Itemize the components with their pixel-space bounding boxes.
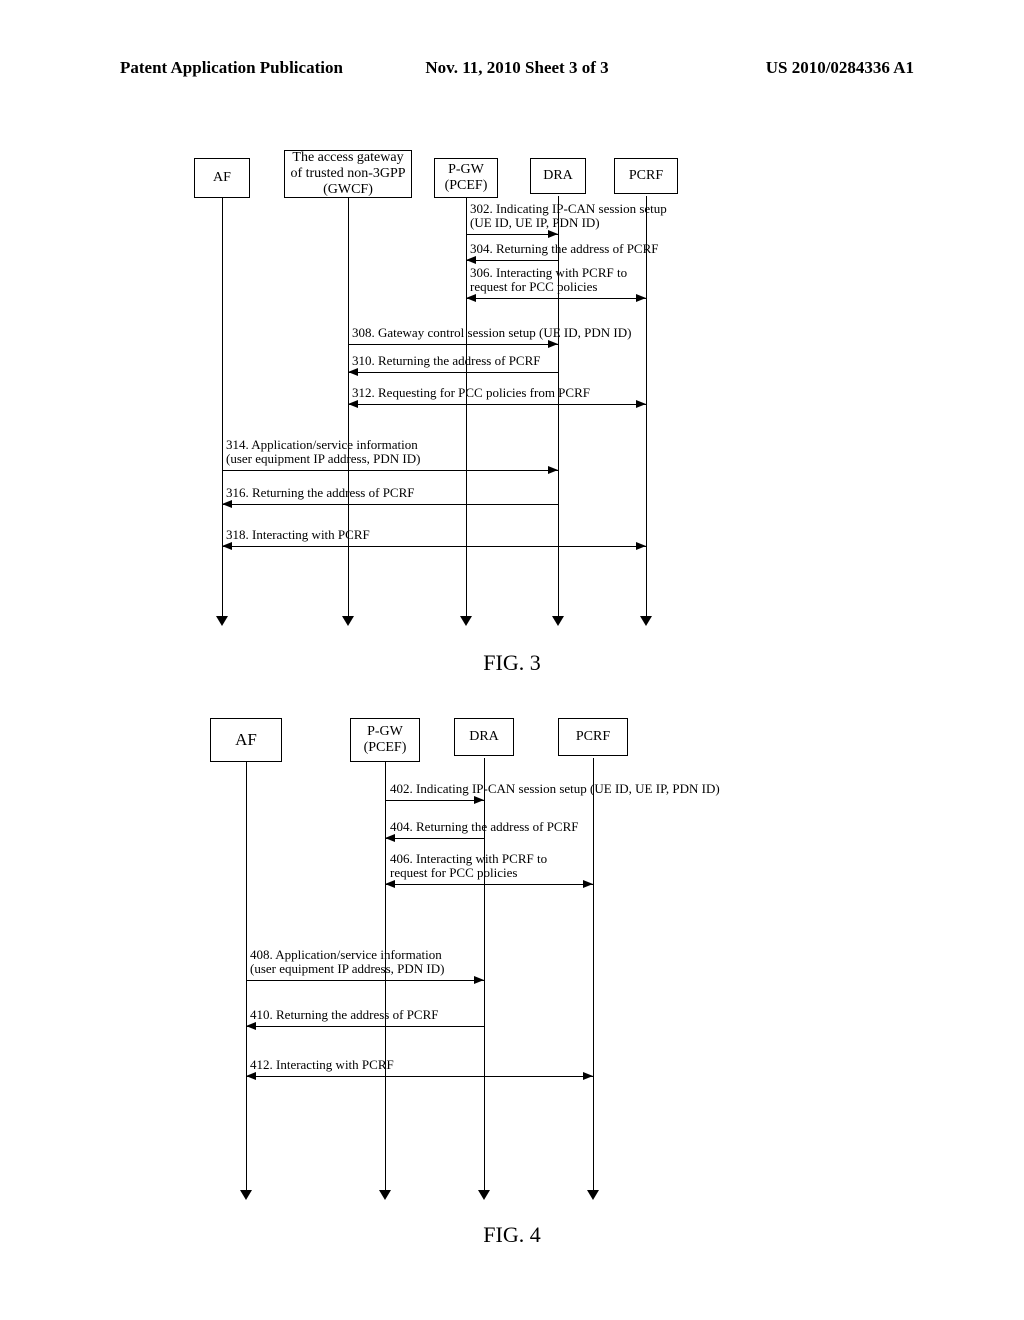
arrow-right-icon (583, 1072, 593, 1080)
lifeline-line-dra (558, 196, 559, 618)
msg-line-316 (222, 504, 558, 505)
lifeline-gwcf: The access gateway of trusted non-3GPP (… (284, 150, 412, 198)
lifeline-end-af-icon (216, 616, 228, 626)
arrow-right-icon (548, 466, 558, 474)
figure-3-caption: FIG. 3 (0, 650, 1024, 676)
lifeline-pgw: P-GW (PCEF) (434, 158, 498, 198)
arrow-right-icon (583, 880, 593, 888)
figure-4: AF P-GW (PCEF) DRA PCRF 402. Indicating … (0, 700, 1024, 1240)
lifeline-pgw: P-GW (PCEF) (350, 718, 420, 762)
lifeline-af: AF (210, 718, 282, 762)
lifeline-line-pcrf (593, 758, 594, 1192)
header-center: Nov. 11, 2010 Sheet 3 of 3 (385, 58, 650, 78)
msg-line-406 (385, 884, 593, 885)
msg-318: 318. Interacting with PCRF (226, 528, 370, 542)
figure-4-caption: FIG. 4 (0, 1222, 1024, 1248)
msg-line-302 (466, 234, 558, 235)
arrow-left-icon (466, 294, 476, 302)
arrow-left-icon (348, 400, 358, 408)
arrow-left-icon (222, 500, 232, 508)
msg-line-318 (222, 546, 646, 547)
lifeline-line-pgw (385, 762, 386, 1192)
msg-line-410 (246, 1026, 484, 1027)
arrow-left-icon (246, 1022, 256, 1030)
lifeline-end-pgw-icon (379, 1190, 391, 1200)
lifeline-pcrf: PCRF (614, 158, 678, 194)
lifeline-end-pcrf-icon (640, 616, 652, 626)
arrow-left-icon (246, 1072, 256, 1080)
arrow-right-icon (636, 542, 646, 550)
lifeline-end-pcrf-icon (587, 1190, 599, 1200)
lifeline-end-gwcf-icon (342, 616, 354, 626)
lifeline-line-gwcf (348, 198, 349, 618)
arrow-right-icon (548, 230, 558, 238)
msg-314: 314. Application/service information (us… (226, 438, 420, 467)
lifeline-end-dra-icon (478, 1190, 490, 1200)
arrow-right-icon (474, 976, 484, 984)
arrow-left-icon (385, 834, 395, 842)
msg-line-404 (385, 838, 484, 839)
msg-line-308 (348, 344, 558, 345)
msg-408: 408. Application/service information (us… (250, 948, 444, 977)
header-right: US 2010/0284336 A1 (649, 58, 914, 78)
figure-3: AF The access gateway of trusted non-3GP… (0, 140, 1024, 680)
msg-line-402 (385, 800, 484, 801)
msg-404: 404. Returning the address of PCRF (390, 820, 579, 834)
arrow-left-icon (385, 880, 395, 888)
msg-line-408 (246, 980, 484, 981)
msg-304: 304. Returning the address of PCRF (470, 242, 659, 256)
lifeline-af: AF (194, 158, 250, 198)
lifeline-line-pcrf (646, 196, 647, 618)
arrow-left-icon (466, 256, 476, 264)
arrow-right-icon (636, 294, 646, 302)
arrow-right-icon (548, 340, 558, 348)
lifeline-end-af-icon (240, 1190, 252, 1200)
msg-line-412 (246, 1076, 593, 1077)
msg-line-306 (466, 298, 646, 299)
patent-page: Patent Application Publication Nov. 11, … (0, 0, 1024, 1320)
msg-302: 302. Indicating IP-CAN session setup (UE… (470, 202, 667, 231)
lifeline-line-af (246, 762, 247, 1192)
msg-line-314 (222, 470, 558, 471)
msg-306: 306. Interacting with PCRF to request fo… (470, 266, 627, 295)
msg-308: 308. Gateway control session setup (UE I… (352, 326, 631, 340)
msg-line-310 (348, 372, 558, 373)
lifeline-line-af (222, 198, 223, 618)
msg-410: 410. Returning the address of PCRF (250, 1008, 439, 1022)
lifeline-dra: DRA (530, 158, 586, 194)
arrow-left-icon (348, 368, 358, 376)
page-header: Patent Application Publication Nov. 11, … (0, 58, 1024, 78)
header-left: Patent Application Publication (120, 58, 385, 78)
msg-line-304 (466, 260, 558, 261)
lifeline-end-pgw-icon (460, 616, 472, 626)
msg-406: 406. Interacting with PCRF to request fo… (390, 852, 547, 881)
msg-310: 310. Returning the address of PCRF (352, 354, 541, 368)
lifeline-dra: DRA (454, 718, 514, 756)
arrow-left-icon (222, 542, 232, 550)
lifeline-end-dra-icon (552, 616, 564, 626)
msg-402: 402. Indicating IP-CAN session setup (UE… (390, 782, 720, 796)
msg-316: 316. Returning the address of PCRF (226, 486, 415, 500)
msg-line-312 (348, 404, 646, 405)
lifeline-pcrf: PCRF (558, 718, 628, 756)
arrow-right-icon (636, 400, 646, 408)
msg-412: 412. Interacting with PCRF (250, 1058, 394, 1072)
msg-312: 312. Requesting for PCC policies from PC… (352, 386, 590, 400)
arrow-right-icon (474, 796, 484, 804)
